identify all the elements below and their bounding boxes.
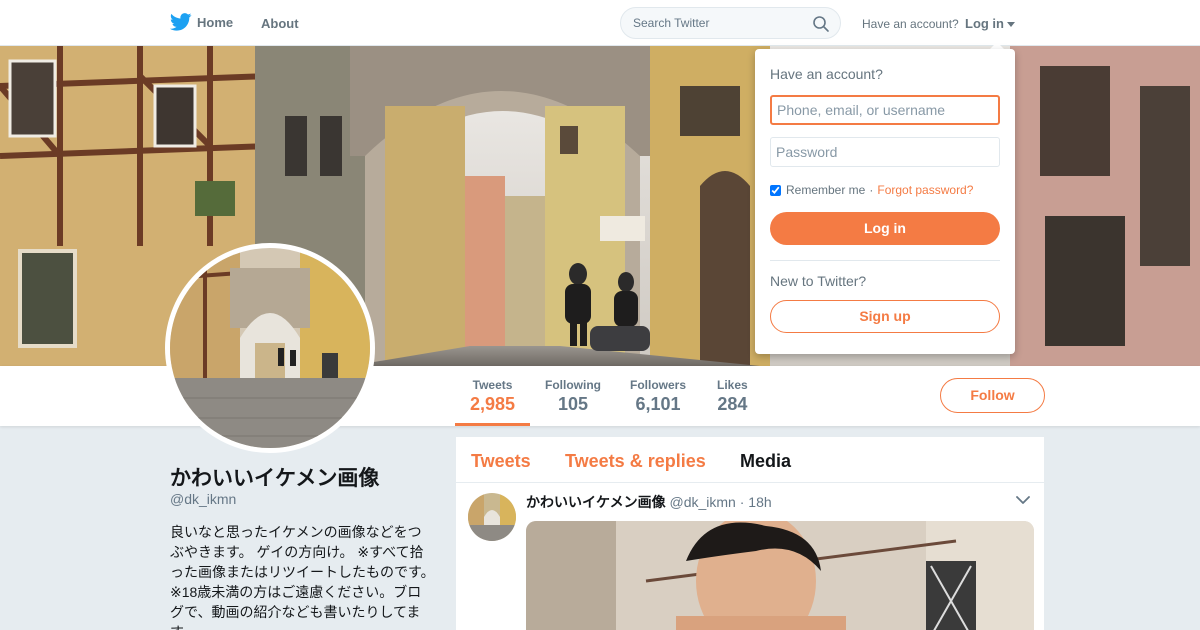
login-dropdown: Have an account? Remember me · Forgot pa… bbox=[755, 49, 1015, 354]
tab-tweets-replies[interactable]: Tweets & replies bbox=[565, 451, 706, 472]
login-link-label: Log in bbox=[965, 16, 1004, 31]
stat-value: 6,101 bbox=[635, 394, 681, 414]
tweet-media-image[interactable] bbox=[526, 521, 1034, 630]
twitter-bird-icon bbox=[170, 13, 192, 31]
active-stat-underline bbox=[455, 423, 530, 426]
have-account-text: Have an account? bbox=[862, 17, 959, 31]
stat-following[interactable]: Following 105 bbox=[545, 378, 601, 415]
forgot-password-link[interactable]: Forgot password? bbox=[877, 183, 973, 197]
login-dropdown-title: Have an account? bbox=[770, 66, 883, 82]
password-input[interactable] bbox=[770, 137, 1000, 167]
tweet-separator: · bbox=[739, 494, 745, 510]
tweet-author-name[interactable]: かわいいイケメン画像 bbox=[526, 494, 666, 510]
stat-value: 2,985 bbox=[470, 394, 516, 414]
stat-label: Tweets bbox=[472, 378, 513, 392]
stat-value: 105 bbox=[557, 394, 589, 414]
home-nav-link[interactable]: Home bbox=[170, 13, 233, 31]
stat-label: Followers bbox=[630, 378, 687, 392]
stat-likes[interactable]: Likes 284 bbox=[717, 378, 748, 415]
profile-handle[interactable]: @dk_ikmn bbox=[170, 491, 236, 507]
stat-label: Following bbox=[545, 378, 601, 392]
search-icon[interactable] bbox=[812, 15, 830, 33]
login-dropdown-toggle[interactable]: Log in bbox=[965, 16, 1015, 31]
remember-me-label[interactable]: Remember me bbox=[786, 183, 865, 197]
timeline-tabs: Tweets Tweets & replies Media bbox=[456, 437, 1044, 483]
signup-button[interactable]: Sign up bbox=[770, 300, 1000, 333]
dropdown-divider bbox=[770, 260, 1000, 261]
home-nav-label: Home bbox=[197, 14, 234, 30]
profile-avatar[interactable] bbox=[165, 243, 375, 453]
follow-button[interactable]: Follow bbox=[940, 378, 1045, 413]
stat-followers[interactable]: Followers 6,101 bbox=[630, 378, 686, 415]
remember-me-row: Remember me · Forgot password? bbox=[770, 183, 973, 197]
tweet-author-handle[interactable]: @dk_ikmn bbox=[669, 494, 735, 510]
caret-down-icon bbox=[1007, 22, 1015, 28]
stat-label: Likes bbox=[717, 378, 748, 392]
tweet-avatar-image bbox=[468, 493, 516, 541]
search-box[interactable]: Search Twitter bbox=[620, 7, 841, 39]
profile-bio: 良いなと思ったイケメンの画像などをつぶやきます。 ゲイの方向け。 ※すべて拾った… bbox=[170, 524, 435, 630]
search-input[interactable]: Search Twitter bbox=[633, 16, 709, 30]
separator-dot: · bbox=[869, 183, 874, 197]
tweet-photo bbox=[526, 521, 1034, 630]
tab-media[interactable]: Media bbox=[740, 451, 791, 472]
profile-name: かわいいイケメン画像 bbox=[170, 467, 380, 490]
username-input[interactable] bbox=[770, 95, 1000, 125]
tab-tweets[interactable]: Tweets bbox=[471, 451, 531, 472]
tweet-header: かわいいイケメン画像 @dk_ikmn · 18h bbox=[526, 492, 772, 512]
tweet-avatar[interactable] bbox=[468, 493, 516, 541]
login-button[interactable]: Log in bbox=[770, 212, 1000, 245]
avatar-image bbox=[170, 248, 370, 448]
tweet-timestamp[interactable]: 18h bbox=[748, 494, 771, 510]
remember-me-checkbox[interactable] bbox=[770, 184, 781, 196]
top-navigation-bar: Home About Search Twitter Have an accoun… bbox=[0, 0, 1200, 46]
stat-tweets[interactable]: Tweets 2,985 bbox=[470, 378, 515, 415]
stat-value: 284 bbox=[717, 394, 748, 414]
about-nav-link[interactable]: About bbox=[261, 16, 299, 31]
timeline: Tweets Tweets & replies Media かわいいイケメン画像… bbox=[456, 437, 1044, 630]
new-to-twitter-text: New to Twitter? bbox=[770, 273, 867, 289]
chevron-down-icon[interactable] bbox=[1016, 495, 1030, 505]
